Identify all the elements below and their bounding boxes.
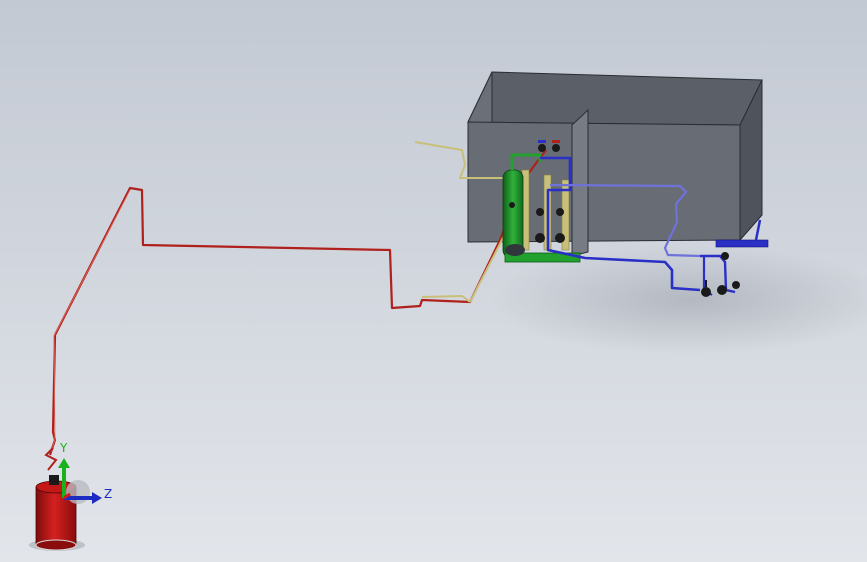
valve-icon	[717, 285, 727, 295]
valve-icon	[536, 208, 544, 216]
valve-icon	[509, 202, 515, 208]
cylinder-valve-icon	[49, 475, 59, 485]
pump-motor	[505, 244, 525, 256]
valve-icon	[732, 281, 740, 289]
triad-y-label: Y	[59, 441, 68, 455]
valve-icon	[721, 252, 729, 260]
valve-icon	[538, 140, 546, 152]
triad-z-label: Z	[104, 487, 112, 501]
cad-viewport[interactable]: Y Z	[0, 0, 867, 562]
triad-z-arrow	[92, 492, 102, 504]
triad-origin-disc	[66, 480, 90, 504]
valve-icon	[556, 208, 564, 216]
valve-icon	[552, 140, 560, 152]
tank-divider-panel	[571, 108, 589, 257]
header-riser	[754, 219, 762, 241]
valve-icon	[555, 233, 565, 243]
triad-y-arrow	[58, 458, 70, 468]
cylinder-bottom	[35, 539, 77, 551]
valve-icon	[535, 233, 545, 243]
supply-riser	[44, 447, 58, 471]
distribution-header	[715, 239, 769, 248]
tank-back-wall	[467, 71, 763, 126]
